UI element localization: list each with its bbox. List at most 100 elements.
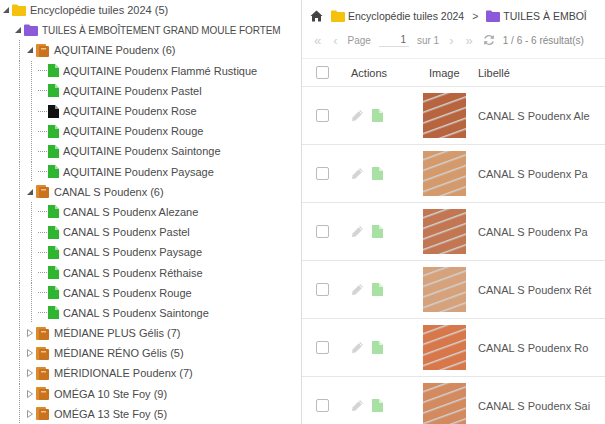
label-cell[interactable]: CANAL S Poudenx Ro xyxy=(472,342,605,354)
label-cell[interactable]: CANAL S Poudenx Pa xyxy=(472,168,605,180)
tree-label[interactable]: CANAL S Poudenx Pastel xyxy=(63,226,190,238)
tree-label[interactable]: AQUITAINE Poudenx Rouge xyxy=(63,125,203,137)
tree-item[interactable]: MÉDIANE RÉNO Gélis (5) xyxy=(2,343,301,363)
tree-label[interactable]: AQUITAINE Poudenx Saintonge xyxy=(63,145,221,157)
tree-label[interactable]: CANAL S Poudenx Saintonge xyxy=(63,307,209,319)
tree-label[interactable]: AQUITAINE Poudenx Paysage xyxy=(63,166,214,178)
document-icon[interactable] xyxy=(372,399,383,412)
tree-item[interactable]: CANAL S Poudenx Réthaise xyxy=(2,262,301,282)
document-icon[interactable] xyxy=(372,109,383,122)
document-icon[interactable] xyxy=(372,225,383,238)
pencil-icon[interactable] xyxy=(351,109,364,122)
pencil-icon[interactable] xyxy=(351,167,364,180)
next-page-button[interactable]: › xyxy=(447,33,455,48)
toggle[interactable] xyxy=(26,46,36,54)
tree-label[interactable]: AQUITAINE Poudenx Pastel xyxy=(63,85,202,97)
pencil-icon[interactable] xyxy=(351,341,364,354)
home-icon[interactable] xyxy=(310,10,323,22)
column-header[interactable]: Libellé xyxy=(472,67,605,79)
expanded-triangle-icon[interactable] xyxy=(26,188,34,196)
breadcrumb-item[interactable]: Encyclopédie tuiles 2024 xyxy=(331,10,464,22)
tile-image[interactable] xyxy=(423,267,466,312)
last-page-button[interactable]: » xyxy=(464,33,475,48)
tree-item[interactable]: OMÉGA 13 Ste Foy (5) xyxy=(2,404,301,424)
tree-item[interactable]: Encyclopédie tuiles 2024 (5) xyxy=(2,0,301,20)
tree-label[interactable]: Encyclopédie tuiles 2024 (5) xyxy=(30,4,168,16)
expanded-triangle-icon[interactable] xyxy=(2,6,10,14)
row-checkbox[interactable] xyxy=(316,341,329,354)
table-row[interactable]: CANAL S Poudenx Rét xyxy=(302,261,605,319)
tree-item[interactable]: OMÉGA 10 Ste Foy (9) xyxy=(2,384,301,404)
toggle[interactable] xyxy=(26,329,36,337)
toggle[interactable] xyxy=(26,349,36,357)
tree-item[interactable]: CANAL S Poudenx Pastel xyxy=(2,222,301,242)
tile-image[interactable] xyxy=(423,383,466,424)
table-row[interactable]: CANAL S Poudenx Sai xyxy=(302,377,605,424)
tree-label[interactable]: OMÉGA 13 Ste Foy (5) xyxy=(54,408,167,420)
tree-label[interactable]: MÉDIANE PLUS Gélis (7) xyxy=(54,327,181,339)
collapsed-triangle-icon[interactable] xyxy=(26,369,34,377)
document-icon[interactable] xyxy=(372,341,383,354)
collapsed-triangle-icon[interactable] xyxy=(26,390,34,398)
prev-page-button[interactable]: ‹ xyxy=(331,33,339,48)
table-row[interactable]: CANAL S Poudenx Pa xyxy=(302,145,605,203)
tile-image[interactable] xyxy=(423,209,466,254)
toggle[interactable] xyxy=(26,369,36,377)
tile-image[interactable] xyxy=(423,325,466,370)
tree-label[interactable]: CANAL S Poudenx Rouge xyxy=(63,287,192,299)
tree-label[interactable]: AQUITAINE Poudenx Rose xyxy=(63,105,197,117)
tile-image[interactable] xyxy=(423,151,466,196)
expanded-triangle-icon[interactable] xyxy=(26,46,34,54)
tree-item[interactable]: AQUITAINE Poudenx Paysage xyxy=(2,162,301,182)
collapsed-triangle-icon[interactable] xyxy=(26,349,34,357)
tree-label[interactable]: TUILES À EMBOÎTEMENT GRAND MOULE FORTEM xyxy=(42,25,281,36)
tree-label[interactable]: MÉDIANE RÉNO Gélis (5) xyxy=(54,347,184,359)
column-header[interactable]: Actions xyxy=(342,67,420,79)
column-header[interactable]: Image xyxy=(420,67,472,79)
toggle[interactable] xyxy=(2,6,12,14)
table-row[interactable]: CANAL S Poudenx Pa xyxy=(302,203,605,261)
tree-label[interactable]: CANAL S Poudenx Réthaise xyxy=(63,267,203,279)
toggle[interactable] xyxy=(14,26,24,34)
tree-item[interactable]: AQUITAINE Poudenx Saintonge xyxy=(2,141,301,161)
row-checkbox[interactable] xyxy=(316,109,329,122)
tree-item[interactable]: AQUITAINE Poudenx Pastel xyxy=(2,81,301,101)
row-checkbox[interactable] xyxy=(316,225,329,238)
document-icon[interactable] xyxy=(372,167,383,180)
tree-item[interactable]: CANAL S Poudenx Paysage xyxy=(2,242,301,262)
label-cell[interactable]: CANAL S Poudenx Rét xyxy=(472,284,605,296)
row-checkbox[interactable] xyxy=(316,167,329,180)
tree-label[interactable]: CANAL S Poudenx Paysage xyxy=(63,246,202,258)
first-page-button[interactable]: « xyxy=(312,33,323,48)
collapsed-triangle-icon[interactable] xyxy=(26,329,34,337)
tree-label[interactable]: MÉRIDIONALE Poudenx (7) xyxy=(54,367,193,379)
tree-item[interactable]: MÉRIDIONALE Poudenx (7) xyxy=(2,363,301,383)
tree-label[interactable]: AQUITAINE Poudenx Flammé Rustique xyxy=(63,65,257,77)
row-checkbox[interactable] xyxy=(316,399,329,412)
page-input[interactable]: 1 xyxy=(379,33,409,47)
pencil-icon[interactable] xyxy=(351,399,364,412)
label-cell[interactable]: CANAL S Poudenx Pa xyxy=(472,226,605,238)
select-all-checkbox[interactable] xyxy=(316,66,329,79)
tree-item[interactable]: MÉDIANE PLUS Gélis (7) xyxy=(2,323,301,343)
table-row[interactable]: CANAL S Poudenx Ro xyxy=(302,319,605,377)
tree-item[interactable]: CANAL S Poudenx Alezane xyxy=(2,202,301,222)
toggle[interactable] xyxy=(26,188,36,196)
refresh-icon[interactable] xyxy=(483,34,495,46)
pencil-icon[interactable] xyxy=(351,283,364,296)
toggle[interactable] xyxy=(26,410,36,418)
tree-label[interactable]: AQUITAINE Poudenx (6) xyxy=(54,44,175,56)
tree-label[interactable]: CANAL S Poudenx (6) xyxy=(54,186,164,198)
tree-item[interactable]: AQUITAINE Poudenx (6) xyxy=(2,40,301,60)
tree-item[interactable]: AQUITAINE Poudenx Rose xyxy=(2,101,301,121)
tree-item[interactable]: CANAL S Poudenx Saintonge xyxy=(2,303,301,323)
expanded-triangle-icon[interactable] xyxy=(14,26,22,34)
tree-item[interactable]: TUILES À EMBOÎTEMENT GRAND MOULE FORTEM xyxy=(2,20,301,40)
collapsed-triangle-icon[interactable] xyxy=(26,410,34,418)
tree-item[interactable]: AQUITAINE Poudenx Rouge xyxy=(2,121,301,141)
row-checkbox[interactable] xyxy=(316,283,329,296)
tree-item[interactable]: AQUITAINE Poudenx Flammé Rustique xyxy=(2,61,301,81)
toggle[interactable] xyxy=(26,390,36,398)
document-icon[interactable] xyxy=(372,283,383,296)
table-row[interactable]: CANAL S Poudenx Ale xyxy=(302,87,605,145)
